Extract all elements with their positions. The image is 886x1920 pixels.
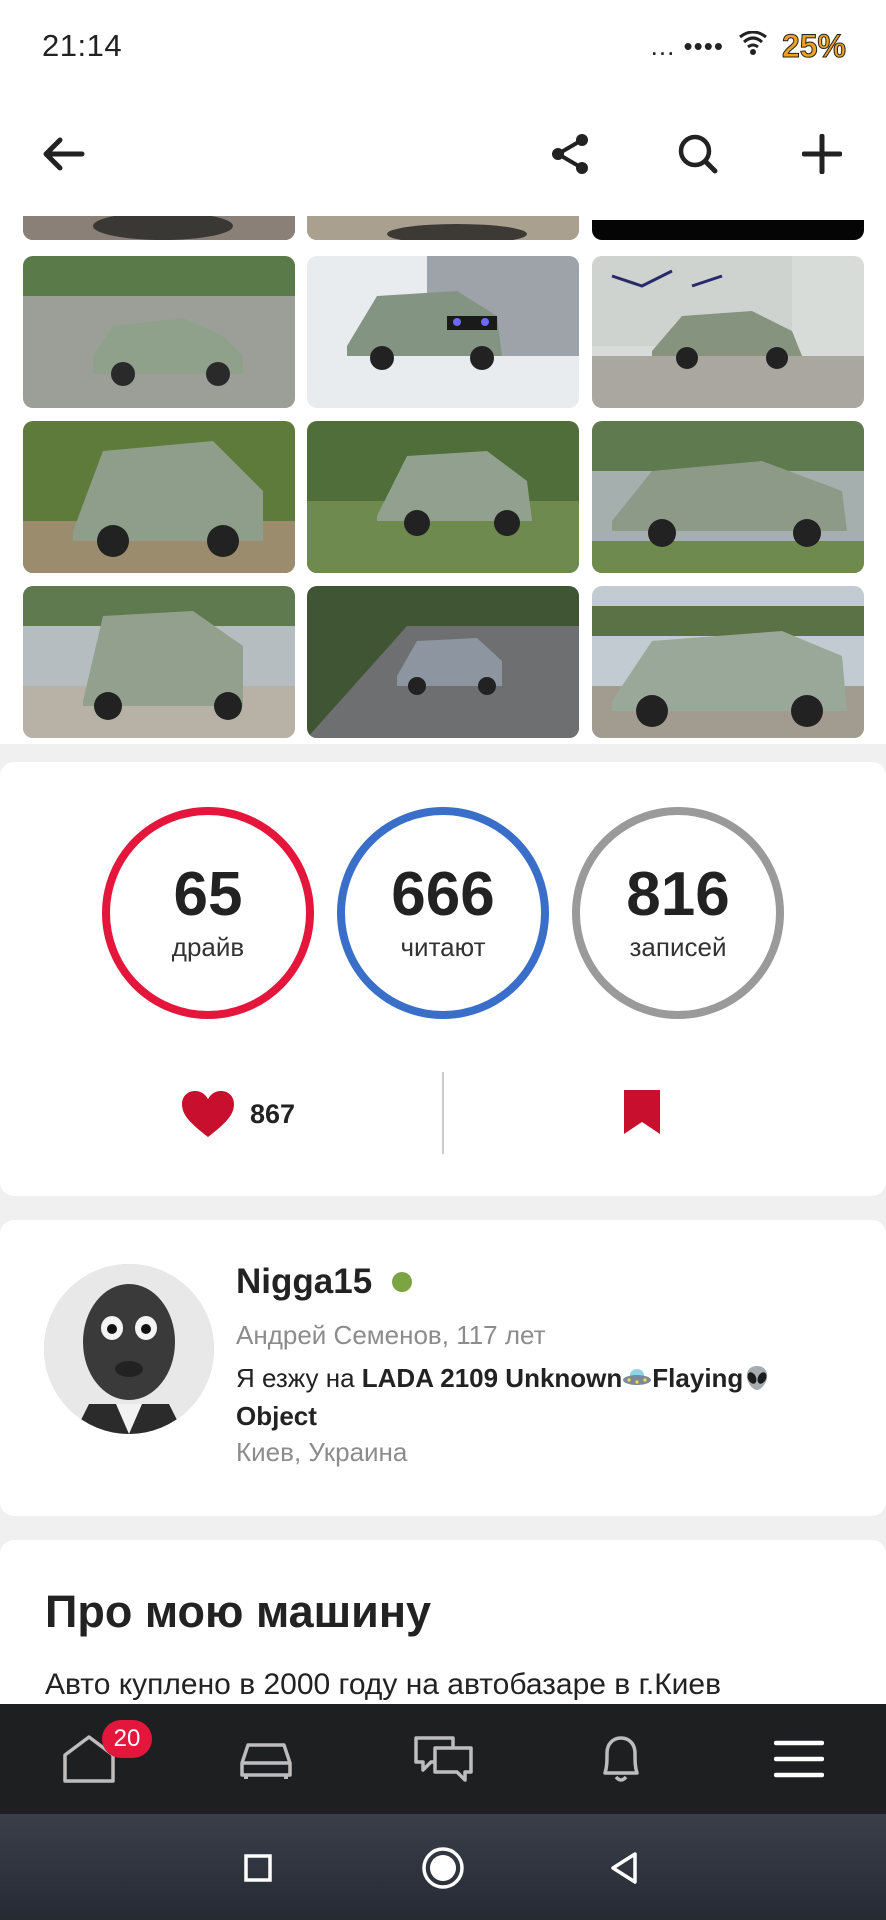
drive-stat[interactable]: 65 драйв (102, 807, 314, 1019)
real-name: Андрей Семенов, 117 лет (236, 1320, 546, 1350)
stats-card: 65 драйв 666 читают 816 записей 867 (0, 762, 886, 1196)
ufo-emoji-icon (622, 1363, 652, 1393)
about-title: Про мою машину (45, 1586, 432, 1637)
online-status-indicator (392, 1272, 413, 1292)
stats-actions: 867 (0, 1072, 886, 1162)
status-time: 21:14 (42, 28, 123, 63)
back-button[interactable] (30, 120, 98, 188)
like-button[interactable]: 867 (180, 1084, 295, 1144)
gallery-photo[interactable] (23, 256, 295, 408)
car-icon (240, 1743, 292, 1779)
signal-indicators: ... •••• (650, 30, 724, 61)
status-bar: 21:14 ... •••• 25% (0, 0, 886, 92)
bookmark-button[interactable] (620, 1088, 672, 1140)
car-line: Я езжу на LADA 2109 Unknown Flaying Object (236, 1359, 846, 1435)
battery-level: 25% (781, 27, 846, 64)
bookmark-icon (624, 1090, 660, 1134)
nav-messages[interactable] (409, 1726, 479, 1792)
nav-garage[interactable] (231, 1726, 301, 1792)
posts-count: 816 (626, 859, 730, 929)
status-indicators: ... •••• 25% (650, 27, 847, 65)
alien-emoji-icon (743, 1363, 771, 1393)
notification-badge: 20 (102, 1720, 152, 1758)
car-name-part-3: Object (236, 1401, 317, 1431)
readers-count: 666 (391, 859, 495, 929)
system-home-button[interactable] (415, 1840, 471, 1896)
recent-apps-button[interactable] (230, 1840, 286, 1896)
bottom-navigation: 20 (0, 1704, 886, 1814)
car-prefix: Я езжу на (236, 1363, 362, 1393)
triangle-back-icon (611, 1852, 637, 1884)
gallery-photo[interactable] (307, 256, 579, 408)
gallery-photo[interactable] (307, 586, 579, 738)
system-navigation-bar (0, 1814, 886, 1920)
wifi-icon (738, 30, 768, 62)
nav-home[interactable]: 20 (54, 1720, 152, 1792)
gallery-photo[interactable] (23, 586, 295, 738)
system-back-button[interactable] (596, 1840, 652, 1896)
plus-icon (802, 134, 842, 174)
menu-icon (774, 1740, 824, 1778)
gallery-photo[interactable] (23, 421, 295, 573)
gallery-photo[interactable] (592, 256, 864, 408)
avatar-image (44, 1264, 214, 1434)
divider (442, 1072, 444, 1154)
readers-label: читают (400, 931, 486, 962)
square-icon (244, 1854, 272, 1882)
gallery-photo[interactable] (592, 421, 864, 573)
share-button[interactable] (536, 120, 604, 188)
messages-icon (414, 1736, 473, 1782)
gallery-photo[interactable] (592, 216, 864, 240)
top-toolbar (0, 92, 886, 216)
gallery-photo[interactable] (307, 421, 579, 573)
gallery-photo[interactable] (592, 586, 864, 738)
search-button[interactable] (664, 120, 732, 188)
username[interactable]: Nigga15 (236, 1262, 372, 1302)
share-icon (552, 134, 588, 174)
drive-label: драйв (171, 931, 245, 962)
posts-stat[interactable]: 816 записей (572, 807, 784, 1019)
likes-count: 867 (250, 1098, 296, 1129)
gallery-photo[interactable] (23, 216, 295, 240)
drive-count: 65 (173, 859, 243, 929)
profile-card: Nigga15 Андрей Семенов, 117 лет Я езжу н… (0, 1220, 886, 1516)
circle-icon (422, 1847, 464, 1889)
bell-icon (603, 1736, 639, 1782)
gallery-photo[interactable] (307, 216, 579, 240)
city: Киев, Украина (236, 1437, 408, 1467)
photo-gallery (0, 216, 886, 744)
add-button[interactable] (788, 120, 856, 188)
car-name-part-1: LADA 2109 Unknown (361, 1363, 623, 1393)
nav-menu[interactable] (764, 1726, 834, 1792)
profile-info: Nigga15 Андрей Семенов, 117 лет Я езжу н… (236, 1262, 846, 1468)
readers-stat[interactable]: 666 читают (337, 807, 549, 1019)
heart-icon (182, 1091, 234, 1137)
car-name-part-2: Flaying (652, 1363, 744, 1393)
arrow-left-icon (43, 137, 85, 171)
about-text: Авто куплено в 2000 году на автобазаре в… (45, 1668, 722, 1701)
search-icon (678, 134, 718, 174)
avatar[interactable] (44, 1264, 214, 1434)
username-row: Nigga15 (236, 1262, 846, 1302)
nav-notifications[interactable] (586, 1726, 656, 1792)
posts-label: записей (629, 931, 727, 962)
